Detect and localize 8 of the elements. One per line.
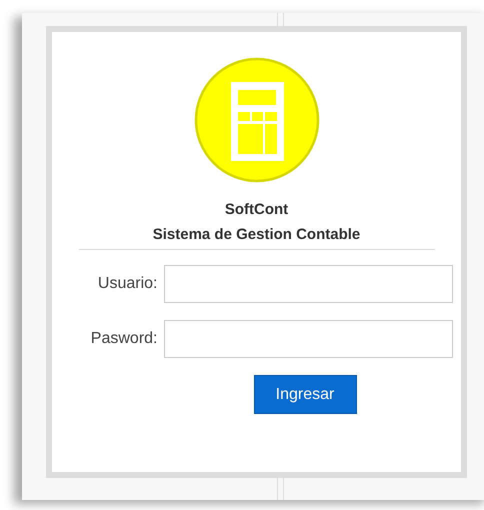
app-title: SoftCont bbox=[224, 201, 288, 218]
input-field[interactable] bbox=[164, 265, 452, 303]
calculator-icon bbox=[194, 57, 320, 183]
login-button[interactable]: Ingresar bbox=[254, 375, 356, 414]
field-label: Usuario: bbox=[98, 275, 158, 293]
app-subtitle: Sistema de Gestion Contable bbox=[152, 226, 360, 243]
input-field[interactable] bbox=[164, 320, 452, 358]
field-label: Pasword: bbox=[90, 330, 158, 348]
